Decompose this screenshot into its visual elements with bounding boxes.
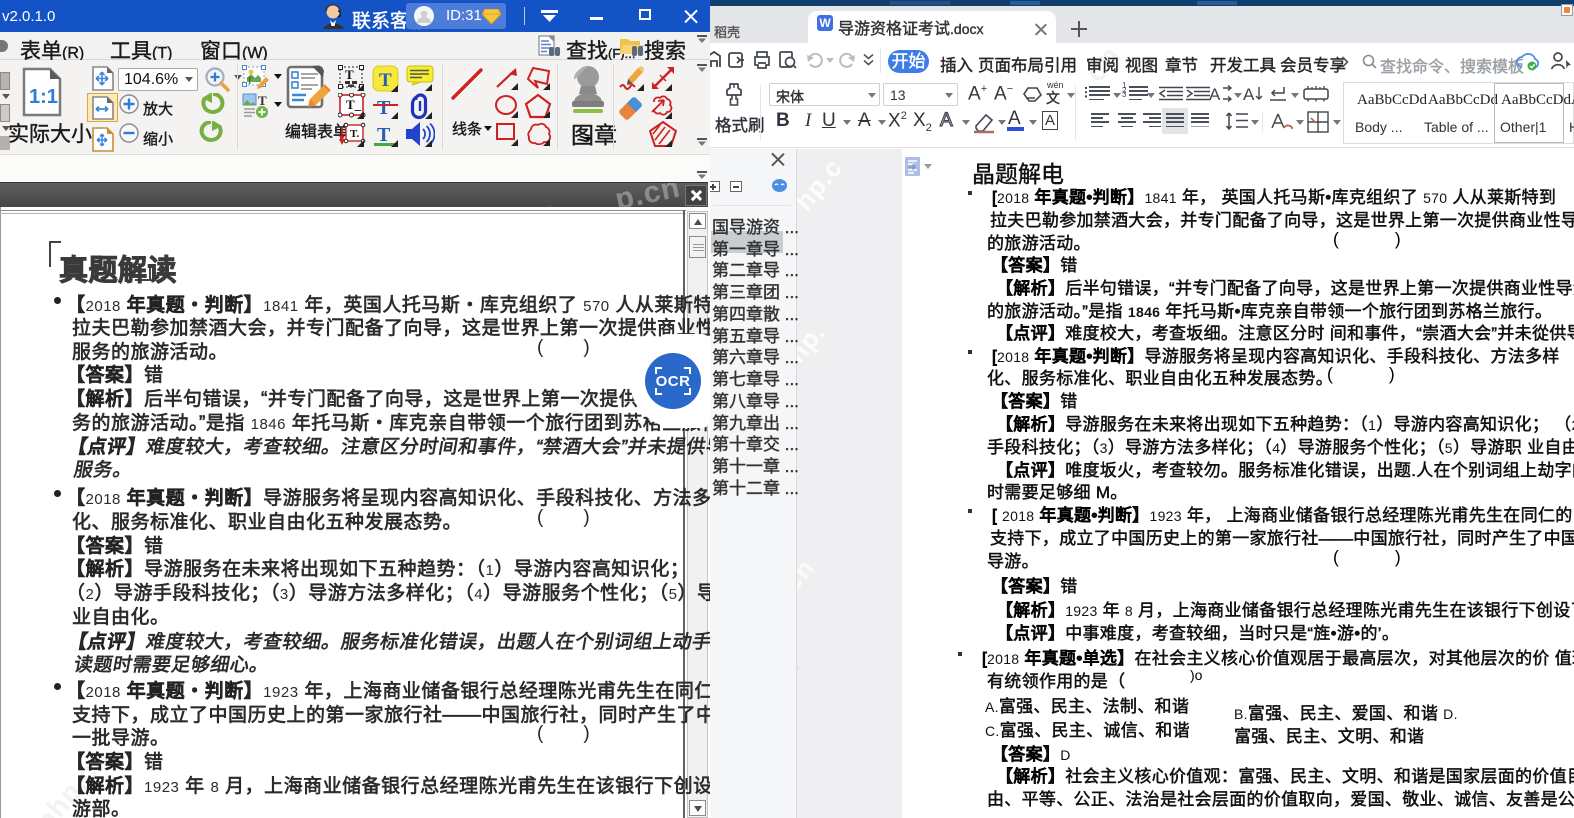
svg-text:T_: T_ [346,97,362,112]
svg-text:A: A [1209,85,1221,104]
svg-text:1:1: 1:1 [29,86,58,108]
svg-text:A: A [1243,85,1255,104]
svg-text:T.: T. [350,128,360,140]
svg-text:T: T [377,124,391,146]
svg-text:T: T [247,76,253,86]
svg-text:T: T [258,93,267,108]
svg-text:T: T [377,97,391,119]
svg-text:T: T [345,67,354,82]
